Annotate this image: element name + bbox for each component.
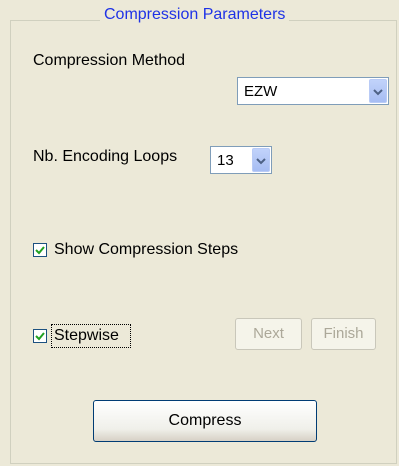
encoding-loops-label: Nb. Encoding Loops <box>33 148 178 165</box>
encoding-loops-value: 13 <box>217 152 234 169</box>
show-steps-checkbox[interactable] <box>33 243 47 257</box>
stepwise-label[interactable]: Stepwise <box>54 327 119 345</box>
finish-button[interactable]: Finish <box>311 318 376 350</box>
group-title: Compression Parameters <box>100 6 290 24</box>
chevron-down-icon[interactable] <box>369 79 387 103</box>
encoding-loops-dropdown[interactable]: 13 <box>210 146 272 174</box>
compression-method-dropdown[interactable]: EZW <box>237 77 389 105</box>
compression-panel: Compression Parameters Compression Metho… <box>0 0 399 466</box>
compress-button[interactable]: Compress <box>93 400 317 442</box>
compression-method-value: EZW <box>244 83 278 100</box>
next-button[interactable]: Next <box>235 318 302 350</box>
compression-method-label: Compression Method <box>33 52 186 69</box>
show-steps-label[interactable]: Show Compression Steps <box>54 241 238 259</box>
chevron-down-icon[interactable] <box>252 148 270 172</box>
stepwise-checkbox[interactable] <box>33 329 47 343</box>
